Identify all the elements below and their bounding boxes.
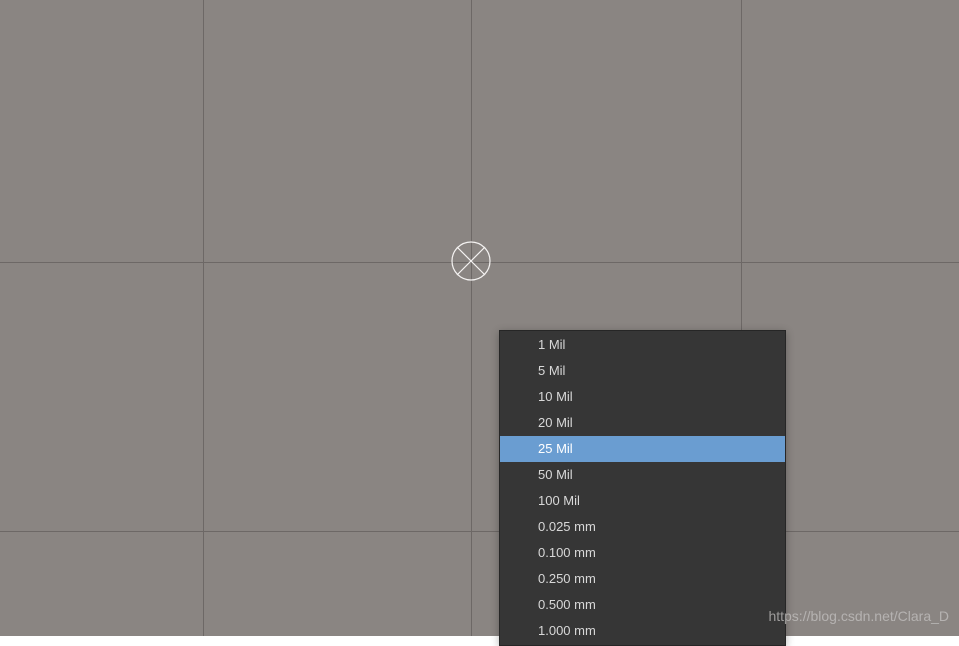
- grid-line-horizontal: [0, 531, 959, 532]
- watermark-text: https://blog.csdn.net/Clara_D: [768, 608, 949, 624]
- grid-size-menu-item[interactable]: 0.250 mm: [500, 566, 785, 592]
- grid-line-horizontal: [0, 262, 959, 263]
- grid-size-menu-item[interactable]: 0.100 mm: [500, 540, 785, 566]
- grid-line-vertical: [203, 0, 204, 636]
- grid-size-menu-item[interactable]: 20 Mil: [500, 410, 785, 436]
- design-canvas[interactable]: 1 Mil5 Mil10 Mil20 Mil25 Mil50 Mil100 Mi…: [0, 0, 959, 636]
- grid-size-menu-item[interactable]: 5 Mil: [500, 358, 785, 384]
- grid-size-menu-item[interactable]: 1.000 mm: [500, 618, 785, 644]
- grid-size-menu-item[interactable]: 0.025 mm: [500, 514, 785, 540]
- grid-size-menu-item[interactable]: 25 Mil: [500, 436, 785, 462]
- grid-line-vertical: [471, 0, 472, 636]
- grid-size-menu-item[interactable]: 1 Mil: [500, 332, 785, 358]
- grid-size-menu-item[interactable]: 50 Mil: [500, 462, 785, 488]
- grid-size-menu-item[interactable]: 0.500 mm: [500, 592, 785, 618]
- grid-size-menu-item[interactable]: 100 Mil: [500, 488, 785, 514]
- grid-size-menu-item[interactable]: 10 Mil: [500, 384, 785, 410]
- grid-size-context-menu: 1 Mil5 Mil10 Mil20 Mil25 Mil50 Mil100 Mi…: [499, 330, 786, 646]
